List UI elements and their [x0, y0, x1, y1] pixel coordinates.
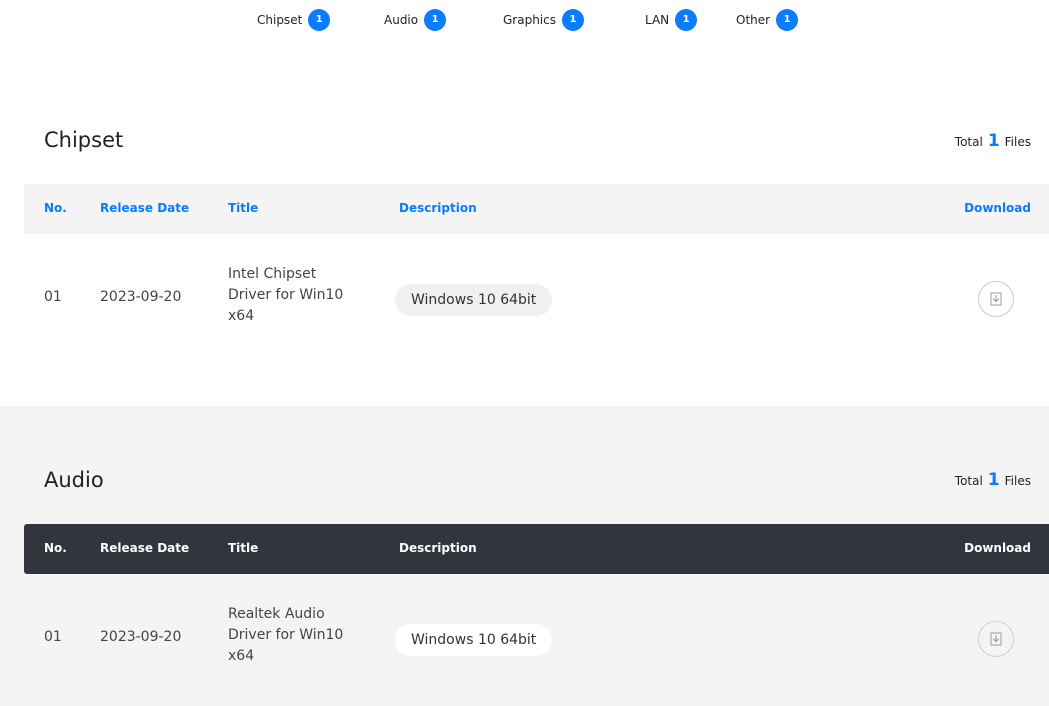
tab-label: Chipset	[257, 13, 303, 27]
download-button[interactable]	[978, 621, 1014, 657]
tab-graphics[interactable]: Graphics 1	[503, 8, 584, 32]
tab-label: LAN	[645, 13, 670, 27]
row-description-tag: Windows 10 64bit	[395, 624, 553, 656]
tab-audio[interactable]: Audio 1	[384, 8, 447, 32]
header-description: Description	[399, 201, 477, 215]
driver-download-page: Chipset 1 Audio 1 Graphics 1 LAN 1 Other…	[0, 0, 1049, 706]
tab-count-badge: 1	[675, 9, 698, 31]
header-download: Download	[964, 541, 1031, 555]
total-suffix: Files	[1004, 135, 1031, 149]
table-header: No. Release Date Title Description Downl…	[24, 184, 1049, 234]
tab-label: Graphics	[503, 13, 556, 27]
total-count: 1	[987, 131, 1000, 151]
section-audio: Audio Total 1 Files No. Release Date Tit…	[0, 406, 1049, 706]
header-release-date: Release Date	[100, 541, 190, 555]
tab-label: Audio	[384, 13, 419, 27]
download-icon	[990, 632, 1002, 646]
total-suffix: Files	[1004, 474, 1031, 488]
row-release-date: 2023-09-20	[100, 289, 182, 305]
row-description-tag: Windows 10 64bit	[395, 284, 553, 316]
row-release-date: 2023-09-20	[100, 629, 182, 645]
section-chipset: Chipset Total 1 Files No. Release Date T…	[0, 100, 1049, 406]
download-button[interactable]	[978, 281, 1014, 317]
header-download: Download	[964, 201, 1031, 215]
tab-lan[interactable]: LAN 1	[645, 8, 698, 32]
row-title: Intel Chipset Driver for Win10 x64	[228, 266, 344, 324]
total-count: 1	[987, 470, 1000, 490]
row-title: Realtek Audio Driver for Win10 x64	[228, 606, 344, 664]
tab-other[interactable]: Other 1	[736, 8, 799, 32]
table-row: 01 2023-09-20 Intel Chipset Driver for W…	[24, 234, 1049, 364]
tab-chipset[interactable]: Chipset 1	[257, 8, 331, 32]
tab-label: Other	[736, 13, 771, 27]
section-title: Chipset	[44, 128, 124, 152]
row-number: 01	[44, 629, 62, 645]
table-header: No. Release Date Title Description Downl…	[24, 524, 1049, 574]
header-release-date: Release Date	[100, 201, 190, 215]
header-description: Description	[399, 541, 477, 555]
tab-count-badge: 1	[424, 9, 447, 31]
tab-count-badge: 1	[562, 9, 584, 31]
tab-count-badge: 1	[308, 9, 331, 31]
total-prefix: Total	[954, 135, 983, 149]
header-title: Title	[228, 541, 259, 555]
header-no: No.	[44, 541, 67, 555]
total-files: Total 1 Files	[955, 470, 1031, 490]
header-title: Title	[228, 201, 259, 215]
section-title: Audio	[44, 468, 104, 492]
download-icon	[990, 292, 1002, 306]
category-tab-bar: Chipset 1 Audio 1 Graphics 1 LAN 1 Other…	[0, 8, 1049, 32]
total-prefix: Total	[954, 474, 983, 488]
header-no: No.	[44, 201, 67, 215]
table-row: 01 2023-09-20 Realtek Audio Driver for W…	[24, 574, 1049, 704]
total-files: Total 1 Files	[955, 131, 1031, 151]
row-number: 01	[44, 289, 62, 305]
tab-count-badge: 1	[776, 9, 799, 31]
